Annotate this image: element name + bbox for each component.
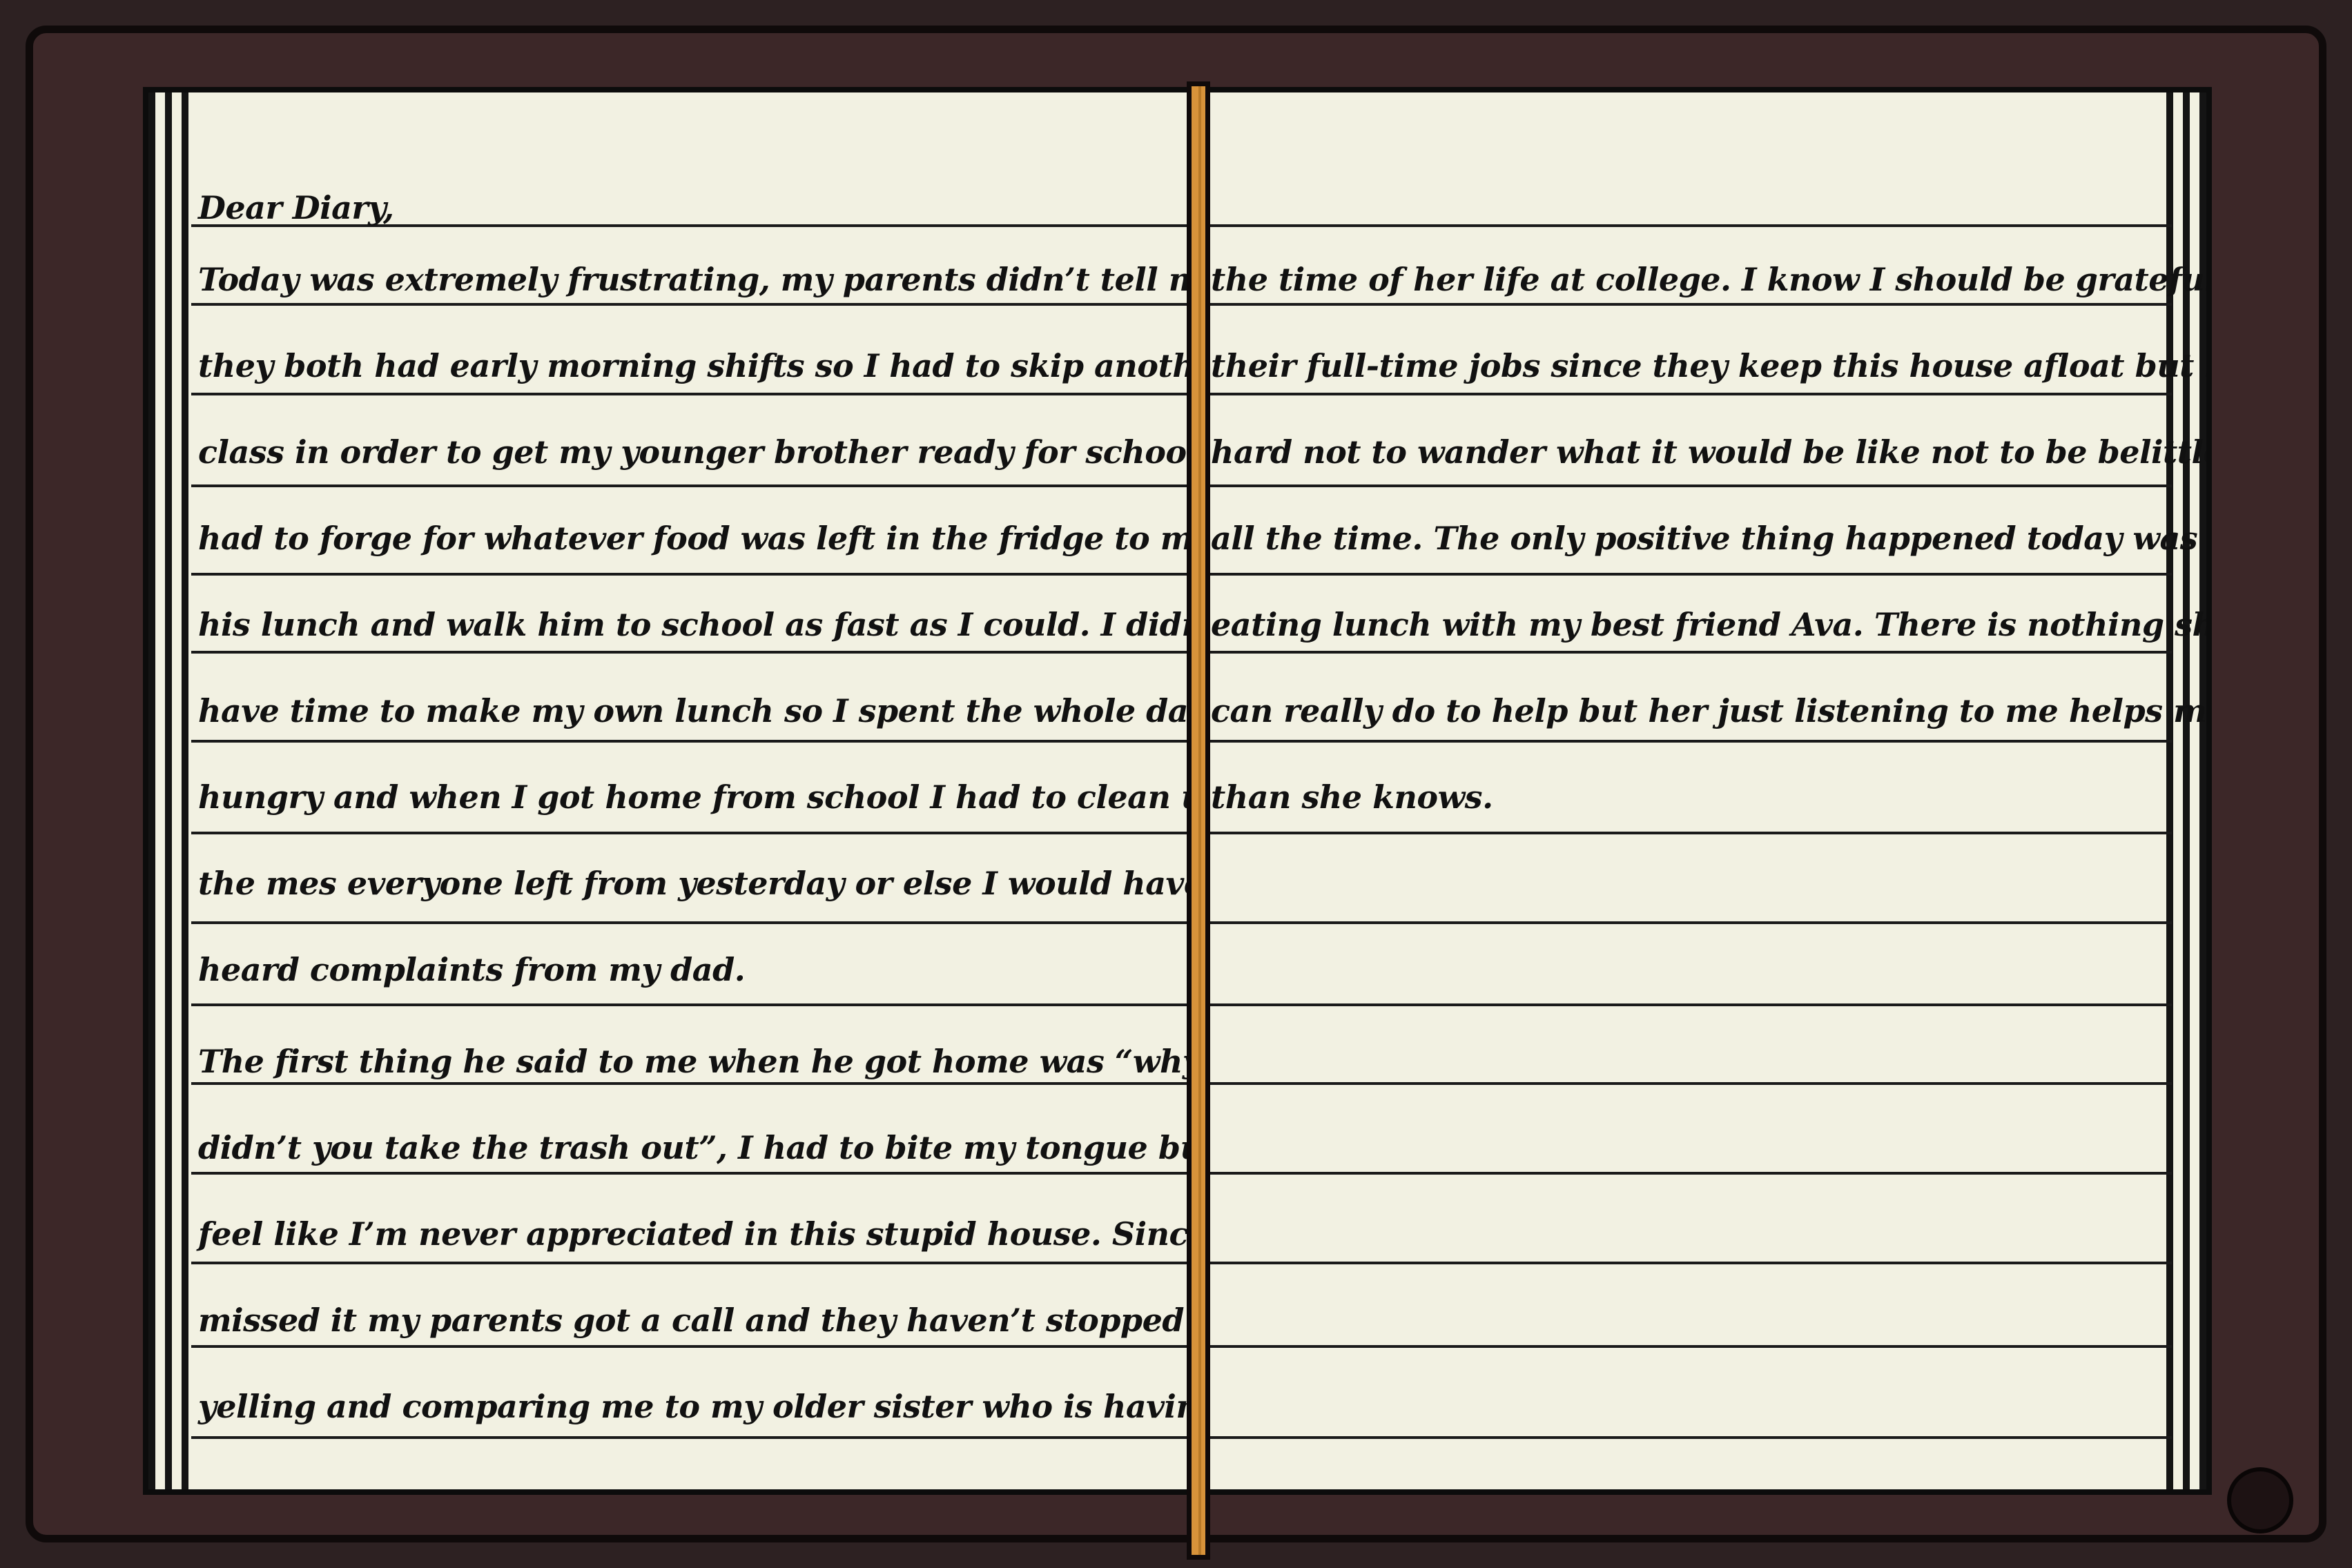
diary-line: class in order to get my younger brother… <box>198 433 1187 471</box>
diary-line: the time of her life at college. I know … <box>1211 261 2212 298</box>
diary-line: feel like I’m never appreciated in this … <box>198 1215 1187 1253</box>
ruled-line <box>1194 303 2172 306</box>
ruled-line <box>191 1082 1187 1085</box>
diary-line: yelling and comparing me to my older sis… <box>198 1388 1187 1425</box>
diary-clasp <box>2227 1467 2293 1533</box>
ruled-line <box>191 1262 1187 1264</box>
ruled-line <box>1194 224 2172 227</box>
ruled-line <box>1194 1082 2172 1085</box>
page-edge-strip <box>2173 92 2183 1489</box>
ruled-line <box>1194 1172 2172 1175</box>
diary-line: had to forge for whatever food was left … <box>198 520 1187 557</box>
page-edge-line <box>2183 92 2190 1489</box>
diary-line: didn’t you take the trash out”, I had to… <box>198 1129 1187 1166</box>
ruled-line <box>191 573 1187 576</box>
diary-line: The first thing he said to me when he go… <box>198 1043 1187 1080</box>
diary-line: eating lunch with my best friend Ava. Th… <box>1211 606 2212 643</box>
ruled-line <box>1194 1003 2172 1006</box>
ruled-line <box>1194 484 2172 487</box>
diary-line: than she knows. <box>1211 778 1493 816</box>
ruled-line <box>191 303 1187 306</box>
page-edge-line <box>148 92 155 1489</box>
diary-line: hard not to wander what it would be like… <box>1211 433 2212 471</box>
ruled-line <box>191 651 1187 654</box>
diary-greeting: Dear Diary, <box>198 189 394 226</box>
bookmark-ribbon <box>1187 81 1210 1560</box>
page-margin-line <box>182 92 188 1489</box>
ruled-line <box>1194 1436 2172 1439</box>
ruled-line <box>191 1003 1187 1006</box>
diary-line: their full-time jobs since they keep thi… <box>1211 347 2212 384</box>
page-edge-strip <box>172 92 182 1489</box>
ruled-line <box>1194 921 2172 924</box>
ruled-line <box>191 921 1187 924</box>
ruled-line <box>191 393 1187 395</box>
ruled-line <box>1194 1262 2172 1264</box>
ruled-line <box>191 740 1187 743</box>
diary-line: the mes everyone left from yesterday or … <box>198 865 1187 902</box>
diary-line: his lunch and walk him to school as fast… <box>198 606 1187 643</box>
page-edge-line <box>2199 92 2206 1489</box>
ruled-line <box>1194 1345 2172 1348</box>
diary-right-page: the time of her life at college. I know … <box>1194 87 2212 1495</box>
ruled-line <box>191 832 1187 834</box>
ruled-line <box>191 1436 1187 1439</box>
ruled-line <box>1194 573 2172 576</box>
diary-line: they both had early morning shifts so I … <box>198 347 1187 384</box>
ruled-line <box>1194 832 2172 834</box>
page-margin-line <box>2166 92 2173 1489</box>
diary-line: Today was extremely frustrating, my pare… <box>198 261 1187 298</box>
diary-line: all the time. The only positive thing ha… <box>1211 520 2198 557</box>
diary-line: can really do to help but her just liste… <box>1211 692 2212 729</box>
ruled-line <box>1194 393 2172 395</box>
ruled-line <box>191 1345 1187 1348</box>
ruled-line <box>191 1172 1187 1175</box>
ruled-line <box>191 484 1187 487</box>
diary-line: missed it my parents got a call and they… <box>198 1302 1185 1339</box>
diary-line: heard complaints from my dad. <box>198 951 746 988</box>
diary-line: have time to make my own lunch so I spen… <box>198 692 1187 729</box>
page-edge-line <box>165 92 172 1489</box>
diary-line: hungry and when I got home from school I… <box>198 778 1187 816</box>
ruled-line <box>1194 651 2172 654</box>
page-edge-strip <box>2190 92 2199 1489</box>
page-edge-strip <box>155 92 165 1489</box>
diary-left-page: Dear Diary, Today was extremely frustrat… <box>143 87 1187 1495</box>
ruled-line <box>1194 740 2172 743</box>
